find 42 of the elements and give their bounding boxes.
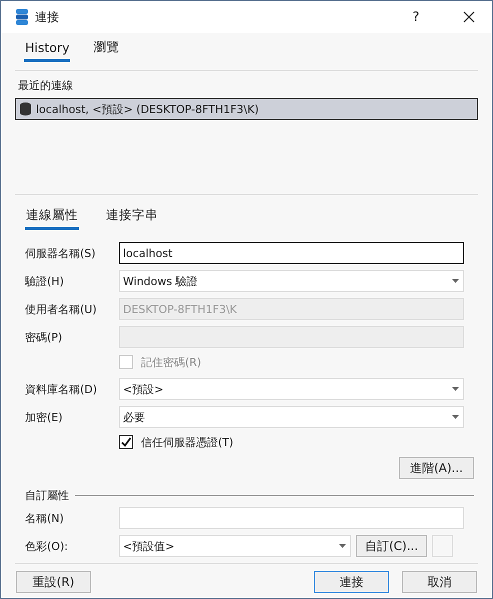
window-title: 連接 (35, 8, 59, 26)
text-field[interactable]: localhost (119, 242, 464, 264)
section-label: 最近的連線 (18, 78, 74, 93)
field-label: 加密(E) (25, 410, 64, 424)
field-label: 伺服器名稱(S) (25, 246, 97, 260)
recent-connection-item[interactable]: localhost, <預設> (DESKTOP-8FTH1F3\K) (15, 98, 478, 120)
field-label: 驗證(H) (25, 274, 65, 288)
dropdown-field[interactable]: <預設值> (119, 535, 351, 557)
connection-text: localhost, <預設> (DESKTOP-8FTH1F3\K) (36, 102, 259, 116)
section-label: 自訂屬性 (25, 488, 69, 503)
footer-button[interactable]: 連接 (314, 571, 389, 593)
checkbox-label: 記住密碼(R) (141, 354, 202, 370)
dropdown-field[interactable]: <預設> (119, 378, 464, 400)
database-icon (16, 9, 28, 25)
dropdown-arrow-icon (452, 279, 459, 283)
field-label: 密碼(P) (25, 330, 64, 344)
footer-button[interactable]: 重設(R) (16, 571, 91, 593)
recent-list[interactable]: localhost, <預設> (DESKTOP-8FTH1F3\K) (15, 98, 478, 188)
dropdown-field[interactable]: 必要 (119, 406, 464, 428)
footer-button[interactable]: 取消 (402, 571, 477, 593)
dropdown-arrow-icon (339, 544, 346, 548)
field-label: 資料庫名稱(D) (25, 382, 98, 396)
tab[interactable]: 連接字串 (105, 205, 159, 230)
color-swatch (432, 535, 454, 557)
custom-color-button[interactable]: 自訂(C)... (356, 535, 428, 557)
database-icon (20, 102, 31, 116)
dropdown-field[interactable]: Windows 驗證 (119, 270, 464, 292)
help-button[interactable]: ? (393, 1, 439, 33)
checkbox[interactable] (119, 435, 133, 449)
close-icon (463, 11, 475, 23)
tab[interactable]: History (24, 37, 70, 62)
field-label: 使用者名稱(U) (25, 302, 98, 316)
tab[interactable]: 瀏覽 (92, 37, 120, 62)
dropdown-arrow-icon (452, 387, 459, 391)
field-label: 色彩(O): (25, 538, 69, 554)
dropdown-arrow-icon (452, 415, 459, 419)
checkmark-icon (120, 436, 132, 448)
text-field[interactable] (119, 507, 464, 529)
field-label: 名稱(N) (25, 510, 65, 526)
checkbox-label: 信任伺服器憑證(T) (141, 434, 234, 450)
tab[interactable]: 連線屬性 (25, 205, 79, 230)
advanced-button[interactable]: 進階(A)... (398, 457, 474, 479)
